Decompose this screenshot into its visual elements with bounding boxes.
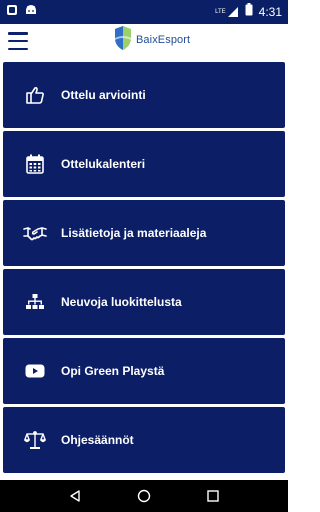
hamburger-line bbox=[8, 32, 28, 35]
menu-item-ohjesaannot[interactable]: Ohjesäännöt bbox=[3, 407, 285, 473]
menu-item-lisatietoja[interactable]: Lisätietoja ja materiaaleja bbox=[3, 200, 285, 266]
recents-button[interactable] bbox=[203, 486, 223, 506]
youtube-icon bbox=[23, 359, 47, 383]
logo-emblem-icon bbox=[112, 25, 134, 56]
android-nav-bar bbox=[0, 480, 288, 512]
app-header: BaixEsport bbox=[0, 24, 288, 58]
notification-app-icon bbox=[6, 3, 18, 21]
menu-item-label: Ottelu arviointi bbox=[61, 88, 146, 102]
menu-item-ottelukalenteri[interactable]: Ottelukalenteri bbox=[3, 131, 285, 197]
balance-scale-icon bbox=[23, 428, 47, 452]
logo-text: BaixEsport bbox=[136, 34, 191, 46]
status-time: 4:31 bbox=[258, 5, 282, 19]
home-circle-icon bbox=[137, 489, 151, 503]
home-button[interactable] bbox=[134, 486, 154, 506]
status-bar: LTE 4:31 bbox=[0, 0, 288, 24]
menu-item-ottelu-arviointi[interactable]: Ottelu arviointi bbox=[3, 62, 285, 128]
hamburger-line bbox=[8, 47, 28, 50]
app-logo: BaixEsport bbox=[112, 25, 190, 55]
recents-square-icon bbox=[207, 490, 220, 502]
hamburger-menu-button[interactable] bbox=[8, 32, 28, 50]
back-triangle-icon bbox=[69, 490, 80, 502]
back-button[interactable] bbox=[65, 486, 85, 506]
menu-item-opi-green-playsta[interactable]: Opi Green Playstä bbox=[3, 338, 285, 404]
menu-item-label: Ottelukalenteri bbox=[61, 157, 146, 171]
menu-item-label: Lisätietoja ja materiaaleja bbox=[61, 226, 207, 240]
menu-item-label: Opi Green Playstä bbox=[61, 364, 165, 378]
battery-icon bbox=[245, 3, 253, 21]
sitemap-icon bbox=[23, 290, 47, 314]
thumbs-up-icon bbox=[23, 83, 47, 107]
menu-item-neuvoja-luokittelusta[interactable]: Neuvoja luokittelusta bbox=[3, 269, 285, 335]
android-debug-icon bbox=[24, 3, 38, 21]
lte-signal-icon: LTE bbox=[215, 6, 239, 18]
handshake-icon bbox=[23, 221, 47, 245]
hamburger-line bbox=[8, 39, 28, 43]
menu-item-label: Neuvoja luokittelusta bbox=[61, 295, 182, 309]
menu-item-label: Ohjesäännöt bbox=[61, 433, 134, 447]
calendar-icon bbox=[23, 152, 47, 176]
